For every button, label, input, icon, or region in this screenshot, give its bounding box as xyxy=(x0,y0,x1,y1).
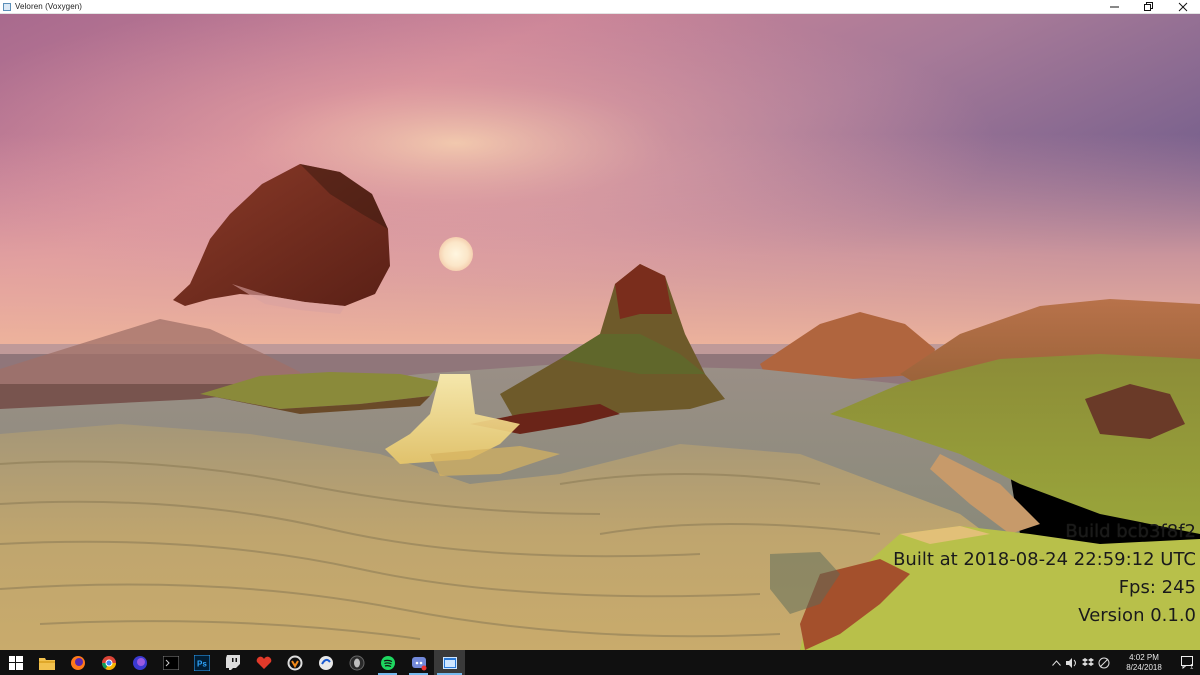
game-viewport[interactable]: Build bcb3f8f2 Built at 2018-08-24 22:59… xyxy=(0,14,1200,650)
window-title-bar[interactable]: Veloren (Voxygen) xyxy=(0,0,1200,14)
twitch-icon xyxy=(225,654,240,670)
minimize-icon xyxy=(1110,6,1119,8)
heart-icon xyxy=(256,656,271,669)
taskbar-app-blue[interactable] xyxy=(310,650,341,675)
taskbar-twitch[interactable] xyxy=(217,650,248,675)
volume-button[interactable] xyxy=(1064,650,1080,675)
clock-date: 8/24/2018 xyxy=(1126,662,1162,672)
taskbar-overwatch[interactable] xyxy=(279,650,310,675)
fps-text: Fps: 245 xyxy=(1118,577,1196,598)
close-icon xyxy=(1178,2,1188,12)
version-text: Version 0.1.0 xyxy=(1078,605,1196,626)
built-at-text: Built at 2018-08-24 22:59:12 UTC xyxy=(893,549,1196,570)
network-button[interactable] xyxy=(1096,650,1112,675)
speaker-icon xyxy=(1066,657,1076,668)
build-hash-text: Build bcb3f8f2 xyxy=(1065,521,1196,542)
restore-icon xyxy=(1144,2,1153,11)
window-controls xyxy=(1098,0,1200,14)
veloren-window-icon xyxy=(442,656,457,669)
notification-icon: 1 xyxy=(1181,656,1194,670)
start-button[interactable] xyxy=(0,650,31,675)
dropbox-button[interactable] xyxy=(1080,650,1096,675)
taskbar-veloren[interactable] xyxy=(434,650,465,675)
nightly-icon xyxy=(132,655,147,670)
sun xyxy=(439,237,473,271)
overwatch-icon xyxy=(287,655,302,670)
alien-icon xyxy=(349,655,364,670)
restore-button[interactable] xyxy=(1132,0,1166,14)
taskbar-firefox-nightly[interactable] xyxy=(124,650,155,675)
terminal-icon xyxy=(162,655,179,670)
circle-icon xyxy=(318,655,333,670)
taskbar-chrome[interactable] xyxy=(93,650,124,675)
taskbar-file-explorer[interactable] xyxy=(31,650,62,675)
discord-icon xyxy=(411,656,426,670)
notification-count: 1 xyxy=(1190,665,1194,670)
taskbar-terminal[interactable] xyxy=(155,650,186,675)
taskbar-spotify[interactable] xyxy=(372,650,403,675)
taskbar-clock[interactable]: 4:02 PM 8/24/2018 xyxy=(1116,653,1172,673)
chrome-icon xyxy=(101,655,116,670)
close-button[interactable] xyxy=(1166,0,1200,14)
chevron-up-icon xyxy=(1051,659,1061,666)
system-tray: 4:02 PM 8/24/2018 1 xyxy=(1048,650,1200,675)
action-center-button[interactable]: 1 xyxy=(1176,650,1200,675)
minimize-button[interactable] xyxy=(1098,0,1132,14)
dropbox-icon xyxy=(1082,657,1094,666)
clock-time: 4:02 PM xyxy=(1129,652,1159,662)
taskbar-app-red[interactable] xyxy=(248,650,279,675)
network-icon xyxy=(1098,657,1110,668)
taskbar-firefox[interactable] xyxy=(62,650,93,675)
spotify-icon xyxy=(380,655,395,670)
debug-hud: Build bcb3f8f2 Built at 2018-08-24 22:59… xyxy=(893,518,1196,630)
taskbar-app-alien[interactable] xyxy=(341,650,372,675)
svg-text:Ps: Ps xyxy=(197,659,207,668)
taskbar-photoshop[interactable]: Ps xyxy=(186,650,217,675)
windows-logo-icon xyxy=(8,655,23,670)
window-title: Veloren (Voxygen) xyxy=(15,2,83,11)
photoshop-icon: Ps xyxy=(193,654,210,671)
taskbar-discord[interactable] xyxy=(403,650,434,675)
firefox-icon xyxy=(70,655,85,670)
app-window-icon xyxy=(3,2,11,11)
folder-icon xyxy=(38,657,55,670)
show-hidden-icons-button[interactable] xyxy=(1048,650,1064,675)
windows-taskbar: Ps 4:02 PM 8/24/2018 1 xyxy=(0,650,1200,675)
